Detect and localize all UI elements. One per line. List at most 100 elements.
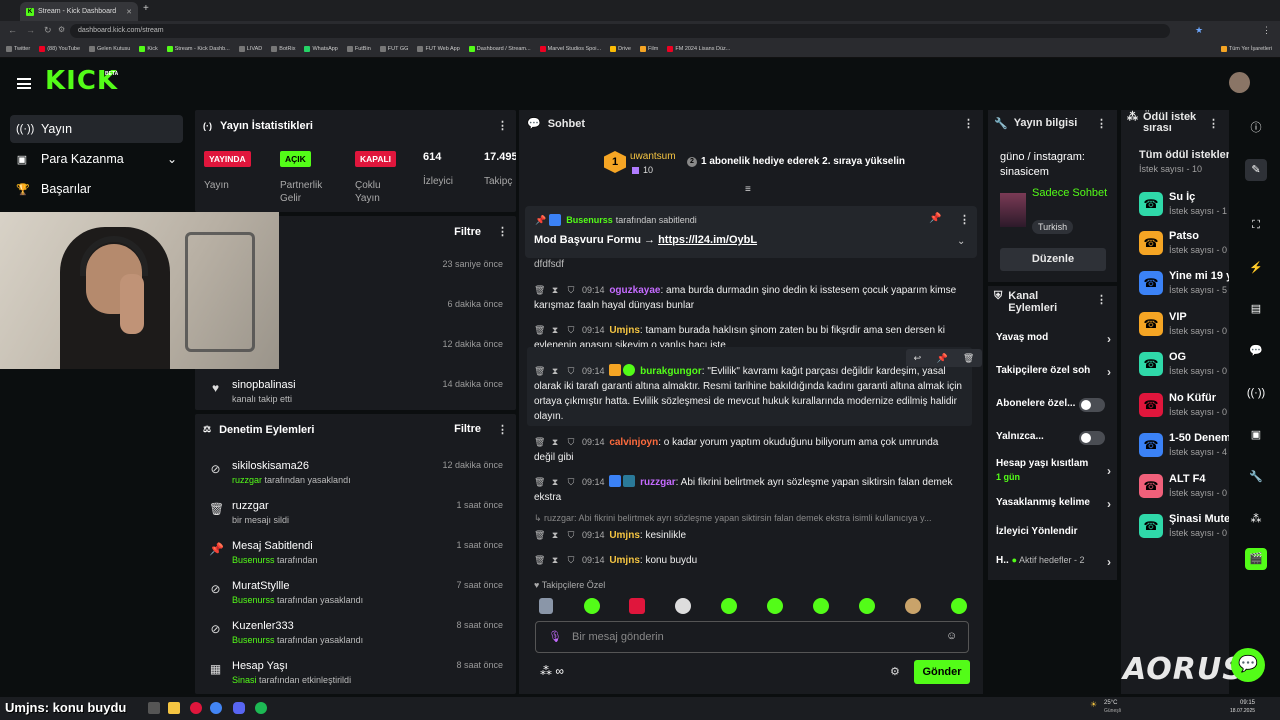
bookmark-item[interactable]: LIVAD (238, 46, 262, 52)
spotify-icon[interactable] (255, 702, 267, 714)
reply-icon[interactable]: ↩ (914, 353, 922, 364)
site-info-icon[interactable]: ⚙ (58, 25, 65, 34)
delete-icon[interactable]: 🗑 (534, 364, 545, 379)
layout-icon[interactable]: ▣ (1245, 424, 1267, 446)
discord-icon[interactable] (233, 702, 245, 714)
chevron-down-icon[interactable]: ⌄ (957, 236, 965, 247)
delete-icon[interactable]: 🗑 (534, 323, 545, 338)
chat-bubble-icon[interactable]: 💬 (1231, 648, 1265, 682)
emote-icon[interactable] (629, 598, 645, 614)
all-bookmarks[interactable]: Tüm Yer İşaretleri (1220, 46, 1272, 52)
timeout-icon[interactable]: ⧗ (550, 528, 560, 543)
timeout-icon[interactable]: ⧗ (550, 553, 560, 568)
timeout-icon[interactable]: ⧗ (550, 323, 560, 338)
gift-leader-name[interactable]: uwantsum (630, 151, 676, 162)
bookmark-item[interactable]: Film (639, 46, 658, 52)
emote-icon[interactable] (951, 598, 967, 614)
crop-icon[interactable]: ⛶ (1245, 214, 1267, 236)
chat-username[interactable]: Umjns (609, 530, 640, 541)
reward-item-no-kufur[interactable]: ☎ No Küfür İstek sayısı - 0 (1139, 391, 1229, 427)
more-options-icon[interactable]: ⋮ (497, 119, 508, 132)
app-icon[interactable] (190, 702, 202, 714)
mod-target[interactable]: Mesaj Sabitlendi (232, 540, 313, 552)
ban-icon[interactable]: ⛉ (566, 553, 576, 568)
tab-close-icon[interactable]: ✕ (126, 8, 132, 16)
file-explorer-icon[interactable] (168, 702, 180, 714)
chat-icon[interactable]: 💬 (1245, 340, 1267, 362)
mod-actor[interactable]: Busenurss (232, 555, 275, 565)
info-icon[interactable]: ⓘ (1245, 117, 1267, 139)
filter-button[interactable]: Filtre (454, 423, 481, 436)
bookmark-item[interactable]: FutBin (346, 46, 371, 52)
ban-icon[interactable]: ⛉ (566, 475, 576, 490)
mod-actor[interactable]: ruzzgar (232, 475, 262, 485)
action-emotes-only[interactable]: Yalnızca... (996, 431, 1111, 445)
delete-icon[interactable]: 🗑 (963, 353, 974, 364)
chat-username[interactable]: Umjns (609, 325, 640, 336)
browser-tab[interactable]: K Stream - Kick Dashboard ✕ (20, 2, 138, 21)
edit-button[interactable]: Düzenle (1000, 248, 1106, 271)
mod-actor[interactable]: Busenurss (232, 595, 275, 605)
emoji-icon[interactable]: ☺ (946, 630, 957, 642)
new-tab-icon[interactable]: + (143, 3, 149, 14)
mod-target[interactable]: Kuzenler333 (232, 620, 294, 632)
edit-pencil-icon[interactable]: ✎ (1245, 159, 1267, 181)
task-view-icon[interactable] (148, 702, 160, 714)
pinned-by[interactable]: Busenurss (566, 215, 613, 225)
emote-icon[interactable] (859, 598, 875, 614)
chat-username[interactable]: Umjns (609, 555, 640, 566)
reply-preview[interactable]: ↳ ruzzgar: Abi fikrini belirtmek ayrı sö… (534, 513, 968, 524)
info-more-options-icon[interactable]: ⋮ (1096, 117, 1107, 130)
chat-settings-gear-icon[interactable]: ⚙ (890, 665, 900, 678)
pin-more-options-icon[interactable]: ⋮ (959, 213, 970, 226)
timeout-icon[interactable]: ⧗ (550, 283, 560, 298)
emote-icon[interactable] (813, 598, 829, 614)
reward-item-yine-mi[interactable]: ☎ Yine mi 19 y İstek sayısı - 5 (1139, 269, 1229, 305)
bookmark-item[interactable]: WhatsApp (304, 46, 338, 52)
chat-username[interactable]: burakgungor (640, 366, 702, 377)
ban-icon[interactable]: ⛉ (566, 364, 576, 379)
filter-button[interactable]: Filtre (454, 226, 481, 238)
chat-username[interactable]: oguzkayae (609, 285, 660, 296)
unpin-icon[interactable]: 📌 (929, 213, 941, 224)
chat-username[interactable]: ruzzgar (640, 477, 676, 488)
mod-target[interactable]: ruzzgar (232, 500, 269, 512)
delete-icon[interactable]: 🗑 (534, 475, 545, 490)
wrench-icon[interactable]: 🔧 (1245, 466, 1267, 488)
collapse-icon[interactable]: ≡ (745, 184, 751, 195)
subscribers-only-toggle[interactable] (1079, 398, 1105, 412)
avatar[interactable] (1229, 72, 1250, 93)
bookmark-item[interactable]: Dashboard / Stream... (468, 46, 531, 52)
emote-icon[interactable] (721, 598, 737, 614)
chat-input[interactable]: 🎙 Bir mesaj gönderin ☺ (535, 621, 969, 653)
rewards-more-options-icon[interactable]: ⋮ (1208, 117, 1219, 130)
bookmark-item[interactable]: FM 2024 Lisans Düz... (667, 46, 730, 52)
emote-icon[interactable] (539, 598, 553, 614)
bookmark-item[interactable]: (88) YouTube (39, 46, 80, 52)
back-icon[interactable]: ← (8, 25, 17, 35)
action-banned-words[interactable]: Yasaklanmış kelime › (996, 497, 1111, 511)
delete-icon[interactable]: 🗑 (534, 435, 545, 450)
clock-time[interactable]: 09:15 (1240, 700, 1255, 706)
mod-actor[interactable]: Sinasi (232, 675, 257, 685)
forward-icon[interactable]: → (26, 25, 35, 35)
reward-item-alt-f4[interactable]: ☎ ALT F4 İstek sayısı - 0 (1139, 472, 1229, 508)
bookmark-item[interactable]: FUT GG (379, 46, 408, 52)
clapper-icon[interactable]: 🎬 (1245, 548, 1267, 570)
reward-item-sinasi-mute[interactable]: ☎ Şinasi Mute İstek sayısı - 0 (1139, 512, 1229, 548)
mod-target[interactable]: Hesap Yaşı (232, 660, 288, 672)
nav-item-basarilar[interactable]: 🏆 Başarılar (10, 175, 183, 203)
nav-item-para-kazanma[interactable]: ▣ Para Kazanma ⌄ (10, 145, 183, 173)
timeout-icon[interactable]: ⧗ (550, 435, 560, 450)
bookmark-item[interactable]: Kick (139, 46, 158, 52)
bookmark-item[interactable]: Stream - Kick Dashb... (166, 46, 230, 52)
points-indicator[interactable]: ⁂ ∞ (540, 664, 564, 678)
ban-icon[interactable]: ⛉ (566, 435, 576, 450)
action-account-age[interactable]: Hesap yaşı kısıtlam 1 gün › (996, 458, 1111, 482)
bookmark-item[interactable]: BotRix (271, 46, 295, 52)
microphone-icon[interactable]: 🎙 (548, 630, 562, 643)
chat-username[interactable]: calvinjoyn (609, 437, 658, 448)
timeout-icon[interactable]: ⧗ (550, 475, 560, 490)
timeout-icon[interactable]: ⧗ (550, 364, 560, 379)
category-thumbnail[interactable] (1000, 193, 1026, 227)
